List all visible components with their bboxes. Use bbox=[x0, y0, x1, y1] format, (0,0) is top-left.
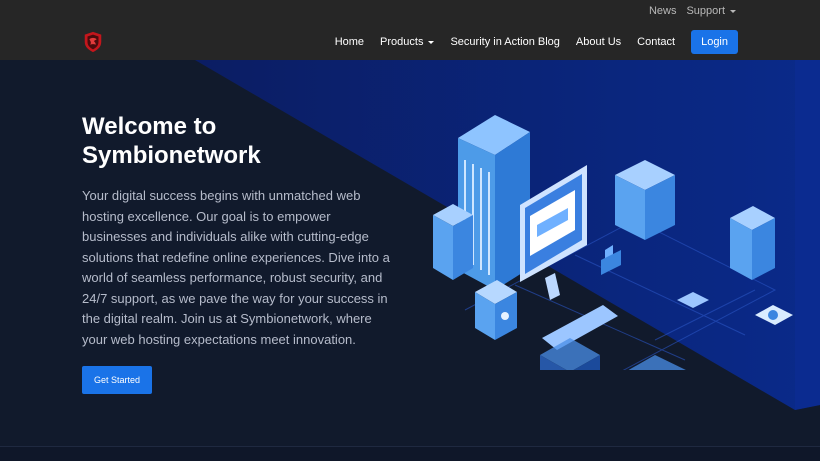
nav-home[interactable]: Home bbox=[335, 36, 364, 48]
gauge-icon bbox=[755, 305, 793, 325]
monitor-icon bbox=[520, 165, 587, 300]
support-label: Support bbox=[686, 5, 725, 17]
nav-about[interactable]: About Us bbox=[576, 36, 621, 48]
glass-cube-icon bbox=[628, 355, 686, 370]
keyboard-icon bbox=[542, 305, 618, 350]
get-started-button[interactable]: Get Started bbox=[82, 366, 152, 394]
chevron-down-icon bbox=[428, 40, 435, 44]
footer-strip bbox=[0, 446, 820, 461]
login-button[interactable]: Login bbox=[691, 30, 738, 54]
chevron-down-icon bbox=[730, 9, 736, 13]
server-rack-icon bbox=[433, 204, 473, 280]
main-navbar: Home Products Security in Action Blog Ab… bbox=[0, 22, 820, 60]
top-utility-bar: News Support bbox=[0, 0, 820, 22]
nav-products-label: Products bbox=[380, 36, 424, 48]
lock-cube-icon bbox=[475, 280, 517, 340]
server-illustration bbox=[433, 115, 793, 370]
hero-description: Your digital success begins with unmatch… bbox=[82, 188, 390, 347]
logo-icon[interactable] bbox=[82, 31, 104, 53]
hero-title-line1: Welcome to bbox=[82, 113, 217, 140]
nav-blog[interactable]: Security in Action Blog bbox=[450, 36, 559, 48]
nav-menu: Home Products Security in Action Blog Ab… bbox=[319, 30, 738, 54]
nav-products[interactable]: Products bbox=[380, 36, 435, 48]
hero-title-line2: Symbionetwork bbox=[82, 142, 261, 169]
news-link[interactable]: News bbox=[649, 5, 677, 17]
hero-section: Welcome to Symbionetwork Your digital su… bbox=[0, 60, 820, 446]
flask-icon bbox=[601, 245, 621, 275]
hero-title: Welcome to Symbionetwork bbox=[82, 112, 362, 170]
top-links: News Support bbox=[649, 5, 736, 17]
server-stack-icon bbox=[615, 160, 675, 240]
support-link[interactable]: Support bbox=[686, 5, 736, 17]
nav-contact[interactable]: Contact bbox=[637, 36, 675, 48]
server-rack-icon bbox=[730, 206, 775, 280]
